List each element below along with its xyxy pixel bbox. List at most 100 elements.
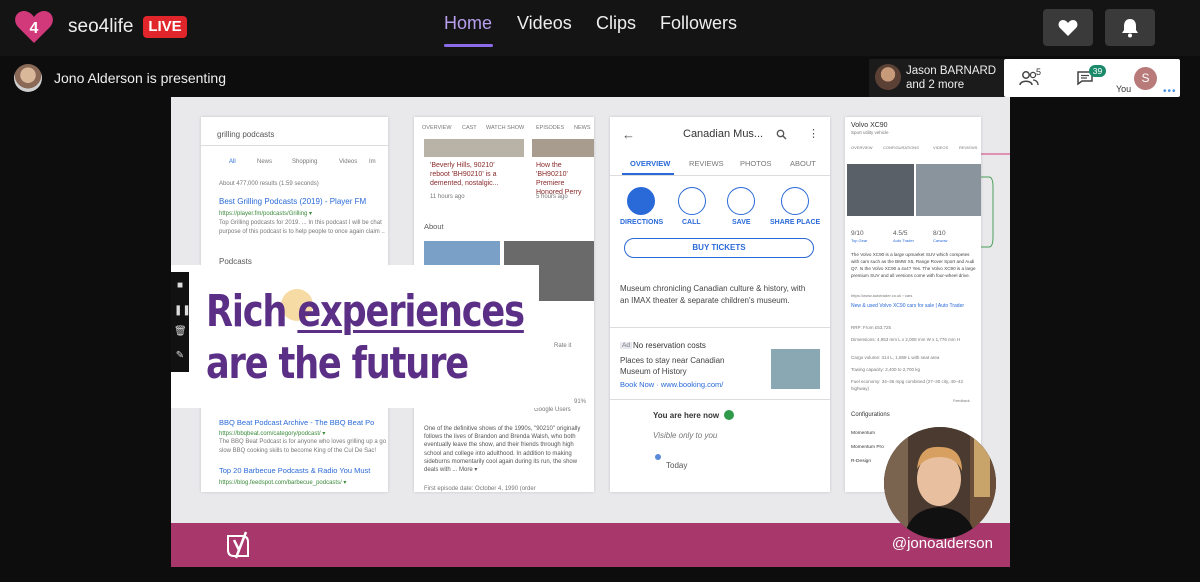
car-tab: REVIEWS: [959, 145, 978, 150]
car-spec: Dimensions: 4,953 mm L x 2,008 mm W x 1,…: [851, 337, 961, 342]
place-tab: ABOUT: [790, 159, 816, 168]
show-description: One of the definitive shows of the 1990s…: [424, 426, 581, 474]
cast-photo: [424, 241, 500, 265]
notifications-button[interactable]: [1105, 9, 1155, 46]
trash-icon[interactable]: 🗑: [174, 326, 187, 338]
config-item: Momentum: [851, 431, 875, 436]
tv-tab: EPISODES: [536, 125, 565, 131]
car-spec: Cargo volume: 314 L, 1,868 L with seat a…: [851, 355, 940, 360]
search-tab-images: Im: [369, 159, 376, 165]
tv-tab: CAST: [462, 125, 477, 131]
participant-avatar: [875, 64, 901, 90]
action-label: CALL: [682, 219, 701, 226]
bell-icon: [1122, 18, 1138, 37]
result-title: Top 20 Barbecue Podcasts & Radio You Mus…: [219, 466, 371, 475]
user-label: You: [1116, 84, 1132, 94]
channel-name[interactable]: seo4life: [68, 16, 134, 38]
back-arrow-icon: ←: [622, 127, 635, 142]
visibility-note: Visible only to you: [653, 431, 718, 440]
rating-score: 9/10: [851, 230, 864, 237]
hotel-photo: [771, 349, 820, 389]
presenter-status: Jono Alderson is presenting: [54, 70, 226, 86]
location-heading: You are here now: [653, 411, 720, 420]
configurations-heading: Configurations: [851, 412, 890, 418]
car-spec: RRP: From £53,725: [851, 325, 892, 330]
search-tab-all: All: [229, 159, 236, 165]
ad-text: Places to stay near Canadian Museum of H…: [620, 356, 725, 376]
call-icon: [678, 187, 706, 215]
search-tab-news: News: [257, 159, 273, 165]
viewer-count: 5: [1036, 67, 1042, 77]
slide-title-line1: Rich experiences: [206, 286, 525, 337]
presenter-avatar: [14, 64, 42, 92]
tv-tab: OVERVIEW: [422, 125, 452, 131]
participant-names: Jason BARNARD and 2 more: [906, 64, 996, 92]
directions-icon: [627, 187, 655, 215]
action-label: SAVE: [732, 219, 751, 226]
car-photo: [916, 164, 981, 216]
participant-more: and 2 more: [906, 79, 965, 91]
about-heading: About: [424, 222, 444, 231]
heart-icon: [1058, 19, 1078, 36]
nav-active-indicator: [444, 44, 493, 47]
rating-source: Top Gear: [851, 238, 868, 243]
check-icon: [724, 410, 734, 420]
first-episode: First episode date: October 4, 1990 (ord…: [424, 486, 536, 492]
car-tab: VIDEOS: [933, 145, 949, 150]
slide-title-card: Rich experiences are the future: [171, 265, 539, 408]
action-label: DIRECTIONS: [620, 219, 664, 226]
annotation-toolbar: ■ ❚❚ 🗑 ✎: [171, 272, 191, 372]
presentation-slide: grilling podcasts All News Shopping Vide…: [171, 97, 1010, 567]
news-thumbnail: [532, 139, 594, 157]
search-icon: [776, 129, 787, 140]
result-title: Best Grilling Podcasts (2019) - Player F…: [219, 197, 367, 206]
car-title: Volvo XC90: [851, 122, 888, 129]
place-description: Museum chronicling Canadian culture & hi…: [620, 284, 806, 305]
place-tab: REVIEWS: [689, 159, 724, 168]
tv-tab: WATCH SHOW: [486, 125, 525, 131]
search-tab-shopping: Shopping: [292, 159, 318, 165]
news-time: 11 hours ago: [430, 194, 465, 200]
car-tab: CONFIGURATIONS: [883, 145, 919, 150]
pen-icon[interactable]: ✎: [174, 350, 186, 362]
place-tab: OVERVIEW: [630, 159, 671, 168]
nav-videos[interactable]: Videos: [517, 13, 572, 34]
timeline-dot-icon: [655, 454, 661, 460]
channel-logo-icon[interactable]: 4: [14, 9, 54, 45]
share-icon: [781, 187, 809, 215]
follow-button[interactable]: [1043, 9, 1093, 46]
more-options-icon[interactable]: •••: [1163, 86, 1177, 97]
car-description: The Volvo XC90 is a large upmarket SUV w…: [851, 252, 976, 278]
search-query: grilling podcasts: [217, 130, 275, 139]
rating-percent: 91%: [574, 399, 587, 405]
pause-icon[interactable]: ❚❚: [174, 305, 191, 317]
chat-count-badge: 39: [1089, 65, 1106, 77]
buy-tickets-button: BUY TICKETS: [624, 238, 814, 258]
nav-home[interactable]: Home: [444, 13, 492, 34]
news-headline: How the 'BH90210' Premiere Honored Perry: [536, 162, 582, 196]
rate-label: Rate it: [554, 343, 572, 349]
nav-clips[interactable]: Clips: [596, 13, 636, 34]
nav-followers[interactable]: Followers: [660, 13, 737, 34]
yoast-logo-icon: [227, 531, 249, 559]
participant-name: Jason BARNARD: [906, 65, 997, 77]
live-badge: LIVE: [143, 16, 187, 38]
museum-panel: ← Canadian Mus... ⋮ OVERVIEW REVIEWS PHO…: [610, 117, 830, 492]
ad-title: No reservation costs: [633, 341, 706, 350]
rating-score: 8/10: [933, 230, 946, 237]
config-item: Momentum Pro: [851, 445, 884, 450]
user-avatar[interactable]: S: [1134, 67, 1157, 90]
save-icon: [727, 187, 755, 215]
presenter-webcam: [884, 427, 996, 539]
news-headline: 'Beverly Hills, 90210' reboot 'BH90210' …: [430, 162, 499, 187]
result-title: BBQ Beat Podcast Archive - The BBQ Beat …: [219, 418, 375, 427]
result-snippet: The BBQ Beat Podcast is for anyone who l…: [219, 439, 387, 445]
slide-footer: @jonoalderson: [171, 523, 1010, 567]
menu-dots-icon: ⋮: [808, 128, 819, 140]
config-item: R-Design: [851, 459, 871, 464]
rating-source: Auto Trader: [893, 238, 914, 243]
stop-icon[interactable]: ■: [174, 280, 186, 292]
car-photo: [847, 164, 914, 216]
rating-source: Google Users: [534, 407, 571, 413]
rating-source: Carwow: [933, 238, 948, 243]
